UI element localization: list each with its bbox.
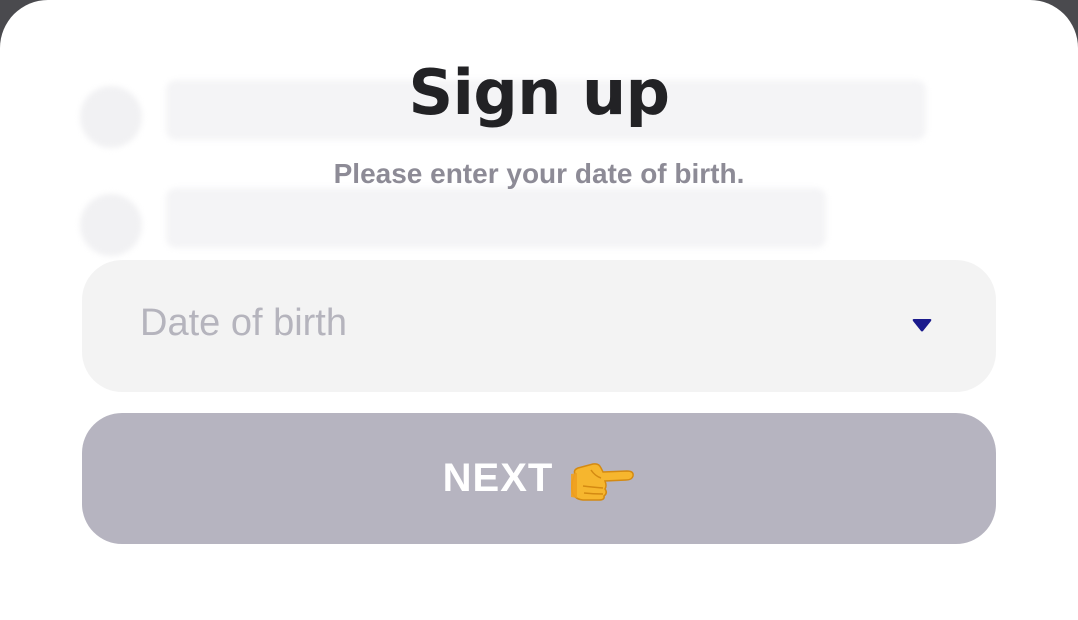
- date-of-birth-placeholder: Date of birth: [140, 302, 347, 344]
- date-of-birth-select[interactable]: Date of birth: [82, 260, 996, 392]
- pointing-right-hand-icon: [571, 462, 635, 501]
- next-button-label: NEXT: [442, 456, 554, 500]
- caret-down-icon: [912, 319, 932, 332]
- page-title: Sign up: [408, 56, 670, 129]
- next-button[interactable]: NEXT: [82, 413, 996, 544]
- signup-sheet: Sign up Please enter your date of birth.…: [0, 0, 1078, 620]
- page-subtitle: Please enter your date of birth.: [333, 158, 745, 189]
